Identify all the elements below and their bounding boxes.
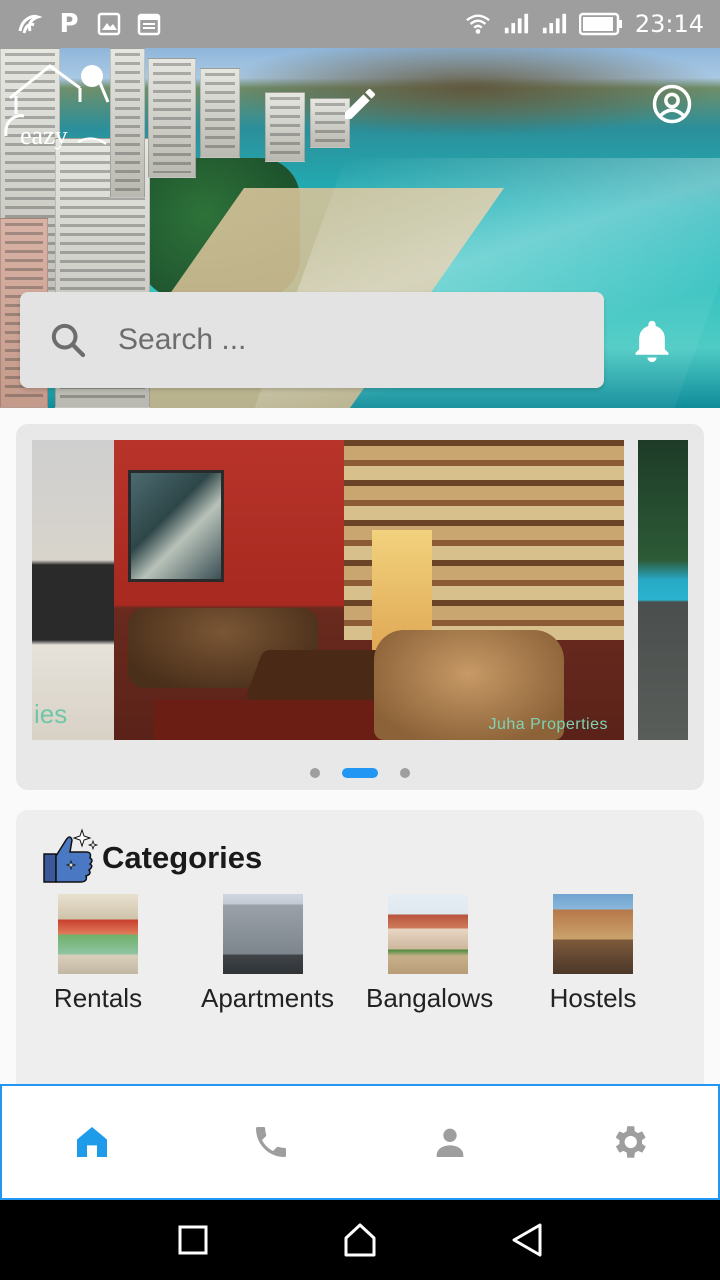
wifi-icon — [465, 11, 491, 37]
slide-watermark: Juha Properties — [488, 716, 608, 733]
slide-painting — [128, 470, 224, 582]
phone-icon — [255, 1127, 286, 1157]
bottom-navigation — [0, 1084, 720, 1200]
carousel-slide-previous[interactable]: ies — [32, 440, 114, 740]
thumbs-up-icon — [43, 828, 99, 883]
account-button[interactable] — [648, 80, 696, 128]
categories-section: Categories Rentals Apartments Bangalows … — [16, 810, 704, 1100]
category-bangalows[interactable]: Bangalows — [366, 894, 531, 1014]
calendar-icon — [136, 11, 162, 37]
category-hostels[interactable]: Hostels — [531, 894, 696, 1014]
search-input[interactable] — [118, 323, 558, 357]
home-icon — [76, 1127, 107, 1157]
logo-text: eazy — [20, 121, 68, 150]
apartments-thumbnail — [223, 894, 303, 974]
banner-building — [200, 68, 240, 158]
carousel-indicator — [0, 766, 720, 780]
hostels-thumbnail — [553, 894, 633, 974]
account-circle-icon — [652, 84, 692, 124]
home-outline-icon — [344, 1223, 376, 1257]
image-icon — [96, 11, 122, 37]
battery-icon — [578, 11, 623, 37]
carousel-slide-current[interactable]: Juha Properties — [114, 440, 624, 740]
home-button[interactable] — [340, 1220, 380, 1260]
bangalows-thumbnail — [388, 894, 468, 974]
category-rentals[interactable]: Rentals — [36, 894, 201, 1014]
back-triangle-icon — [512, 1223, 542, 1257]
system-navigation-bar — [0, 1200, 720, 1280]
parking-icon: P — [59, 9, 79, 39]
app-notification-icon — [16, 11, 42, 37]
notifications-button[interactable] — [630, 316, 674, 366]
signal-icon — [503, 11, 529, 37]
category-label: Apartments — [201, 983, 334, 1013]
categories-header: Categories — [40, 828, 262, 888]
categories-list: Rentals Apartments Bangalows Hostels — [36, 894, 696, 1014]
app-logo: eazy — [2, 58, 112, 153]
categories-title: Categories — [102, 840, 263, 875]
nav-call[interactable] — [181, 1086, 360, 1198]
settings-icon — [615, 1126, 646, 1158]
edit-button[interactable] — [336, 80, 384, 128]
slide-watermark: ies — [34, 699, 68, 729]
status-bar: P 23:14 — [0, 0, 720, 48]
search-icon — [51, 323, 86, 358]
app-screen: P 23:14 eazy Search ... ies Juha Propert… — [0, 0, 720, 1280]
search-bar[interactable] — [20, 292, 604, 388]
person-icon — [436, 1128, 463, 1157]
recents-icon — [178, 1225, 208, 1255]
carousel-slide-next[interactable] — [638, 440, 688, 740]
carousel-dot[interactable] — [400, 768, 410, 778]
pencil-icon — [345, 88, 376, 119]
category-label: Hostels — [549, 983, 637, 1013]
category-label: Bangalows — [366, 983, 494, 1013]
rentals-thumbnail — [58, 894, 138, 974]
banner-building — [110, 48, 145, 198]
nav-settings[interactable] — [539, 1086, 718, 1198]
carousel-dot[interactable] — [310, 768, 320, 778]
banner-building — [148, 58, 196, 178]
nav-home[interactable] — [2, 1086, 181, 1198]
category-apartments[interactable]: Apartments — [201, 894, 366, 1014]
status-time: 23:14 — [634, 10, 704, 38]
banner-building — [265, 92, 305, 162]
recents-button[interactable] — [173, 1220, 213, 1260]
signal-icon-2 — [541, 11, 567, 37]
featured-carousel[interactable]: ies Juha Properties — [16, 424, 704, 790]
carousel-dot-active[interactable] — [342, 768, 378, 778]
back-button[interactable] — [507, 1220, 547, 1260]
nav-profile[interactable] — [360, 1086, 539, 1198]
category-label: Rentals — [53, 983, 143, 1013]
bell-icon — [635, 320, 669, 363]
